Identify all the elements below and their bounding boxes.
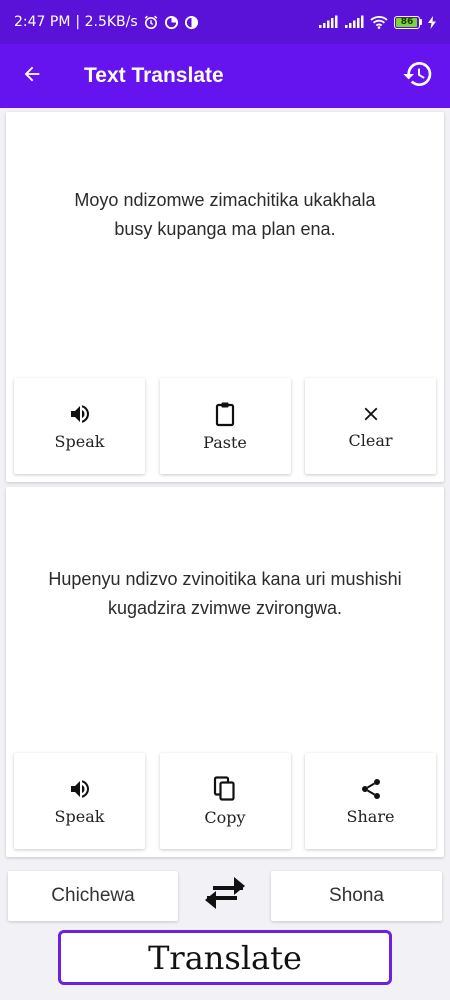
status-right: 86 <box>318 15 436 29</box>
result-speak-button[interactable]: Speak <box>14 753 145 849</box>
speaker-icon <box>68 402 92 426</box>
status-left: 2:47 PM | 2.5KB/s <box>14 14 199 30</box>
battery-body: 86 <box>394 15 420 29</box>
share-label: Share <box>346 806 395 826</box>
status-time: 2:47 PM <box>14 14 71 30</box>
paste-label: Paste <box>203 432 247 452</box>
copy-label: Copy <box>204 807 246 827</box>
history-icon <box>402 58 434 94</box>
source-language-button[interactable]: Chichewa <box>8 871 178 921</box>
copy-button[interactable]: Copy <box>159 753 291 849</box>
battery-tip <box>420 19 422 25</box>
speaker-icon <box>68 777 92 801</box>
source-text[interactable]: Moyo ndizomwe zimachitika ukakhala busy … <box>16 186 434 244</box>
target-language-button[interactable]: Shona <box>271 871 442 921</box>
app-bar: Text Translate <box>0 44 450 108</box>
share-button[interactable]: Share <box>305 753 436 849</box>
data-saver-icon <box>164 15 179 30</box>
swap-icon <box>203 876 247 916</box>
result-panel: Hupenyu ndizvo zvinoitika kana uri mushi… <box>6 487 444 857</box>
result-speak-label: Speak <box>54 806 105 826</box>
source-panel: Moyo ndizomwe zimachitika ukakhala busy … <box>6 112 444 482</box>
battery-icon: 86 <box>394 15 422 29</box>
result-actions: Speak Copy Share <box>14 753 436 849</box>
source-speak-label: Speak <box>54 431 105 451</box>
source-actions: Speak Paste Clear <box>14 378 436 474</box>
copy-icon <box>213 775 237 802</box>
clear-label: Clear <box>348 430 393 450</box>
signal-icon <box>318 15 338 29</box>
status-speed: | 2.5KB/s <box>75 14 138 30</box>
charging-icon <box>428 15 436 29</box>
history-button[interactable] <box>386 44 450 108</box>
back-arrow-icon <box>21 63 43 89</box>
back-button[interactable] <box>0 44 64 108</box>
wifi-icon <box>370 15 388 29</box>
translate-button[interactable]: Translate <box>58 930 392 985</box>
swap-languages-button[interactable] <box>198 876 252 916</box>
clipboard-icon <box>213 401 237 427</box>
status-bar: 2:47 PM | 2.5KB/s 86 <box>0 0 450 44</box>
share-icon <box>359 777 383 801</box>
battery-percent: 86 <box>400 17 414 27</box>
signal-icon <box>344 15 364 29</box>
alarm-icon <box>143 14 159 30</box>
source-speak-button[interactable]: Speak <box>14 378 145 474</box>
page-title: Text Translate <box>84 64 224 87</box>
close-icon <box>360 403 382 425</box>
clear-button[interactable]: Clear <box>305 378 436 474</box>
result-text: Hupenyu ndizvo zvinoitika kana uri mushi… <box>48 569 402 618</box>
paste-button[interactable]: Paste <box>159 378 291 474</box>
data-saver-icon <box>184 15 199 30</box>
